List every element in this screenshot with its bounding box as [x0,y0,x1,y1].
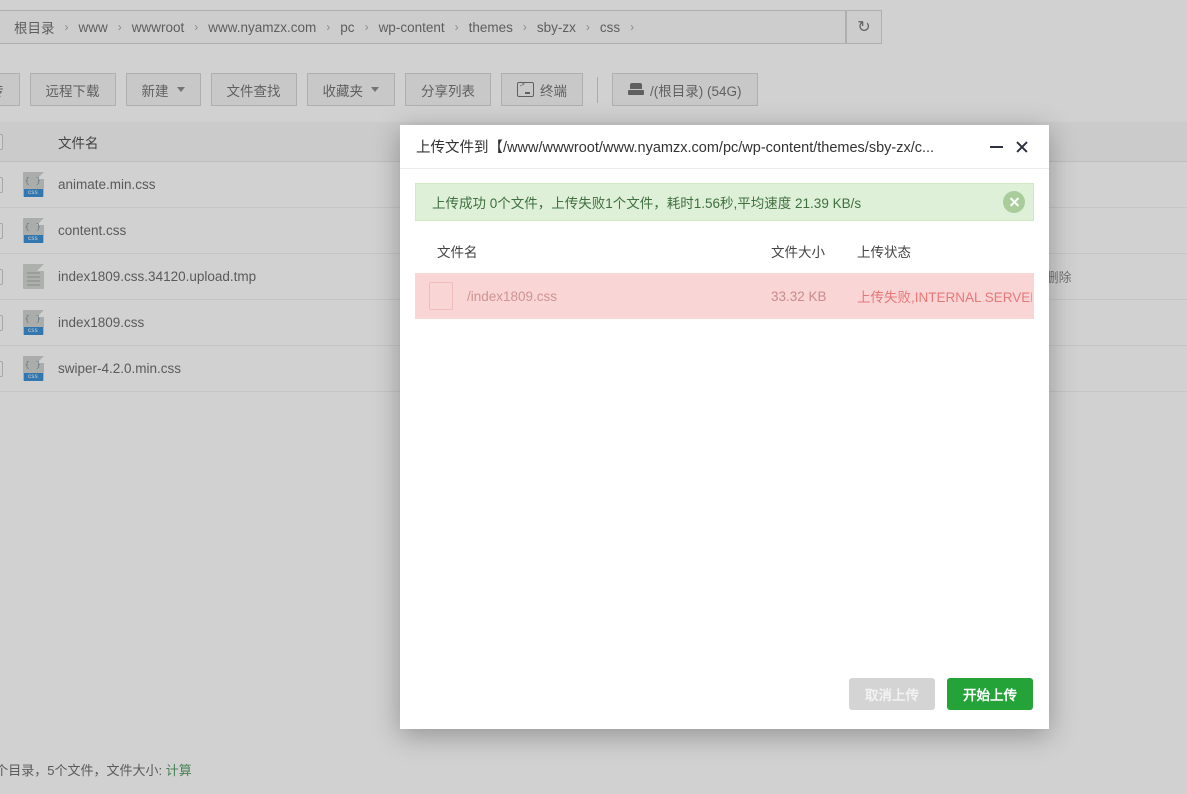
breadcrumb-item-2[interactable]: wwwroot [130,20,187,35]
breadcrumb-item-7[interactable]: sby-zx [535,20,578,35]
css-badge: css [23,235,43,243]
minimize-icon [989,145,1003,148]
breadcrumb-separator-icon: › [117,20,122,34]
breadcrumb-separator-icon: › [364,20,369,34]
toolbar-label: 传 [0,80,4,100]
toolbar-label: /(根目录) (54G) [650,83,742,99]
row-checkbox[interactable] [0,176,12,193]
column-header-filename: 文件名 [437,245,478,260]
toolbar-divider [597,76,598,103]
breadcrumb-bar: 根目录 › www › wwwroot › www.nyamzx.com › p… [0,10,882,44]
breadcrumb-item-4[interactable]: pc [338,20,356,35]
upload-table-header: 文件名 文件大小 上传状态 [415,229,1034,273]
toolbar-button-disk[interactable]: /(根目录) (54G) [612,73,758,106]
generic-file-icon [12,264,54,289]
breadcrumb-item-1[interactable]: www [77,20,110,35]
upload-file-name: /index1809.css [467,288,558,304]
close-button[interactable] [1009,134,1035,160]
calculate-size-link[interactable]: 计算 [166,763,192,778]
breadcrumb-separator-icon: › [326,20,331,34]
toolbar: 传 远程下载 新建 文件查找 收藏夹 分享列表 终端 [0,73,758,106]
start-upload-button[interactable]: 开始上传 [947,678,1033,710]
toolbar-label: 分享列表 [421,83,475,99]
row-checkbox[interactable] [0,222,12,239]
toolbar-label: 新建 [141,83,169,99]
app-root: 根目录 › www › wwwroot › www.nyamzx.com › p… [0,0,1187,794]
chevron-down-icon [371,87,379,92]
toolbar-button-favorites[interactable]: 收藏夹 [306,73,395,106]
close-icon [1007,195,1021,209]
css-file-icon: { } css [12,310,54,335]
upload-result-alert: 上传成功 0个文件，上传失败1个文件，耗时1.56秒,平均速度 21.39 KB… [415,183,1034,221]
css-badge: css [23,373,43,381]
toolbar-label: 文件查找 [226,83,281,99]
upload-file-cell: /index1809.css [417,282,771,310]
css-file-icon: { } css [12,356,54,381]
alert-message: 上传成功 0个文件，上传失败1个文件，耗时1.56秒,平均速度 21.39 KB… [432,196,862,211]
chevron-down-icon [176,87,185,92]
breadcrumb-separator-icon: › [454,20,459,34]
toolbar-button-remote-download[interactable]: 远程下载 [29,73,116,106]
upload-dialog: 上传文件到【/www/wwwroot/www.nyamzx.com/pc/wp-… [400,125,1049,729]
css-file-icon: { } css [12,172,54,197]
css-badge: css [23,189,43,197]
alert-close-button[interactable] [1003,191,1025,213]
toolbar-button-file-search[interactable]: 文件查找 [210,73,297,106]
row-checkbox[interactable] [0,360,12,377]
column-header-status: 上传状态 [857,245,911,260]
cancel-upload-button[interactable]: 取消上传 [849,678,935,710]
breadcrumb-item-0[interactable]: 根目录 [12,17,57,37]
breadcrumb-separator-icon: › [522,20,527,34]
breadcrumb-separator-icon: › [194,20,199,34]
toolbar-label: 终端 [540,83,567,99]
breadcrumb-separator-icon: › [585,20,590,34]
dialog-footer: 取消上传 开始上传 [400,659,1049,729]
upload-status: 上传失败,INTERNAL SERVER E [857,290,1032,305]
toolbar-button-new[interactable]: 新建 [125,73,201,106]
row-checkbox[interactable] [0,314,12,331]
toolbar-label: 远程下载 [45,83,100,99]
close-icon [1015,140,1029,154]
breadcrumb: 根目录 › www › wwwroot › www.nyamzx.com › p… [0,10,846,44]
css-badge: css [23,327,43,335]
breadcrumb-item-8[interactable]: css [598,20,622,35]
row-checkbox[interactable] [0,268,12,285]
statusbar: 0个目录，5个文件，文件大小: 计算 [0,760,192,779]
upload-file-size: 33.32 KB [771,288,827,304]
breadcrumb-item-6[interactable]: themes [467,20,515,35]
toolbar-button-share-list[interactable]: 分享列表 [405,73,491,106]
breadcrumb-separator-icon: › [630,20,635,34]
dialog-title: 上传文件到【/www/wwwroot/www.nyamzx.com/pc/wp-… [416,140,935,156]
statusbar-summary: 0个目录，5个文件，文件大小: [0,763,166,778]
breadcrumb-item-5[interactable]: wp-content [377,20,447,35]
column-header-filesize: 文件大小 [771,245,825,260]
file-icon [429,282,453,310]
toolbar-label: 收藏夹 [322,83,364,99]
dialog-titlebar[interactable]: 上传文件到【/www/wwwroot/www.nyamzx.com/pc/wp-… [400,125,1049,169]
disk-icon [628,83,644,96]
toolbar-button-upload[interactable]: 传 [0,73,20,106]
dialog-body: 上传成功 0个文件，上传失败1个文件，耗时1.56秒,平均速度 21.39 KB… [400,169,1049,659]
css-file-icon: { } css [12,218,54,243]
refresh-icon[interactable]: ↻ [846,10,882,44]
breadcrumb-item-3[interactable]: www.nyamzx.com [206,20,318,35]
upload-row: /index1809.css 33.32 KB 上传失败,INTERNAL SE… [415,273,1034,319]
toolbar-button-terminal[interactable]: 终端 [501,73,583,106]
breadcrumb-separator-icon: › [64,20,69,34]
terminal-icon [517,80,534,97]
minimize-button[interactable] [983,134,1009,160]
select-all-checkbox[interactable] [0,133,12,150]
